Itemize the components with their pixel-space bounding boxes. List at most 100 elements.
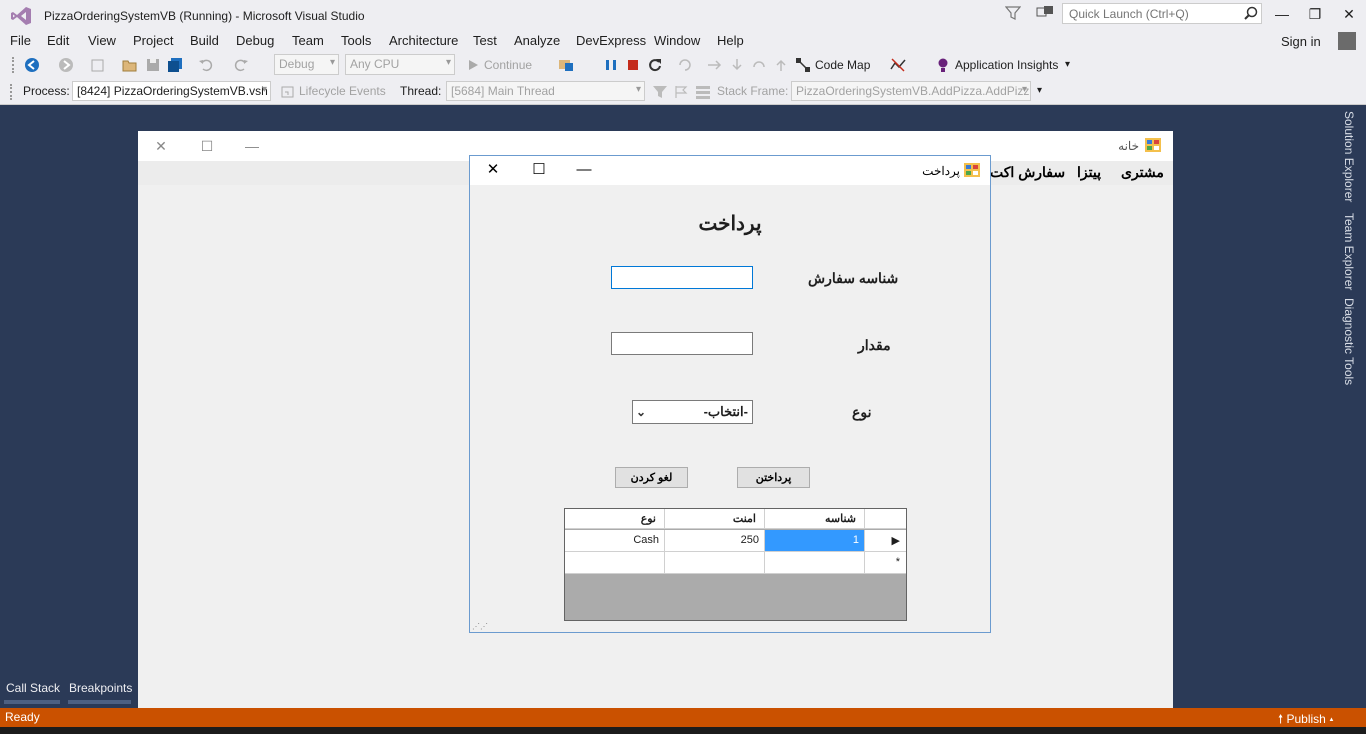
stack-frame-select[interactable]: PizzaOrderingSystemVB.AddPizza.AddPizz	[791, 81, 1031, 101]
column-header-type[interactable]: نوع	[565, 509, 665, 529]
menu-analyze[interactable]: Analyze	[514, 33, 560, 48]
step-into-icon[interactable]	[729, 57, 745, 73]
stack-frame-icon[interactable]	[695, 84, 711, 100]
thread-select[interactable]: [5684] Main Thread	[446, 81, 645, 101]
toolbar-grip[interactable]	[10, 84, 14, 100]
restore-icon[interactable]: ❐	[1301, 4, 1329, 24]
tab-solution-explorer[interactable]: Solution Explorer	[1342, 111, 1356, 202]
undo-icon[interactable]	[198, 57, 214, 73]
application-insights-button[interactable]: Application Insights	[955, 58, 1058, 72]
column-header-amount[interactable]: امنت	[665, 509, 765, 529]
main-maximize-icon[interactable]: ☐	[196, 136, 218, 156]
pay-button[interactable]: پرداختن	[737, 467, 810, 488]
filter-threads-icon[interactable]	[652, 84, 668, 100]
menu-architecture[interactable]: Architecture	[389, 33, 458, 48]
diagnostics-icon[interactable]	[890, 57, 906, 73]
menu-team[interactable]: Team	[292, 33, 324, 48]
close-icon[interactable]: ✕	[1335, 4, 1363, 24]
code-map-button[interactable]: Code Map	[815, 58, 870, 72]
menu-bar: File Edit View Project Build Debug Team …	[0, 30, 1366, 52]
navigate-forward-icon[interactable]	[58, 57, 74, 73]
code-map-icon[interactable]	[795, 57, 811, 73]
row-header-current[interactable]: ▶	[865, 530, 906, 552]
taskbar-strip	[0, 727, 1366, 734]
payment-type-select[interactable]: -انتخاب- ⌄	[632, 400, 753, 424]
cancel-button[interactable]: لغو کردن	[615, 467, 688, 488]
row-header-new[interactable]: *	[865, 552, 906, 574]
account-icon[interactable]	[1338, 32, 1356, 50]
grid-new-cell-amount[interactable]	[665, 552, 765, 574]
flag-threads-icon[interactable]	[673, 84, 689, 100]
step-out-icon[interactable]	[773, 57, 789, 73]
main-minimize-icon[interactable]: —	[241, 136, 263, 156]
menu-test[interactable]: Test	[473, 33, 497, 48]
continue-button[interactable]: Continue	[484, 58, 532, 72]
resize-grip-icon[interactable]: ⋰⋰	[472, 622, 488, 631]
grid-cell-type[interactable]: Cash	[565, 530, 665, 552]
thread-label: Thread:	[400, 84, 442, 98]
menu-help[interactable]: Help	[717, 33, 744, 48]
dropdown-arrow-icon[interactable]: ▾	[1037, 85, 1042, 96]
toolbar-grip[interactable]	[12, 57, 16, 73]
filter-icon[interactable]	[1005, 5, 1021, 21]
solution-configuration-select[interactable]: Debug	[274, 54, 339, 75]
continue-icon[interactable]	[465, 57, 481, 73]
payments-data-grid[interactable]: شناسه امنت نوع ▶ 1 250 Cash *	[564, 508, 907, 621]
main-window-title: خانه	[1118, 139, 1139, 153]
payment-close-icon[interactable]: ✕	[481, 160, 505, 180]
lifecycle-events-button[interactable]: Lifecycle Events	[299, 84, 386, 98]
main-close-icon[interactable]: ✕	[150, 136, 172, 156]
sign-in-link[interactable]: Sign in	[1281, 34, 1321, 49]
menu-view[interactable]: View	[88, 33, 116, 48]
menu-edit[interactable]: Edit	[47, 33, 69, 48]
application-insights-icon[interactable]	[935, 57, 951, 73]
menu-pizza[interactable]: پیتزا	[1077, 164, 1101, 181]
menu-tools[interactable]: Tools	[341, 33, 371, 48]
menu-file[interactable]: File	[10, 33, 31, 48]
payment-maximize-icon[interactable]: ☐	[527, 160, 551, 180]
break-all-icon[interactable]	[603, 57, 619, 73]
payment-minimize-icon[interactable]: —	[572, 160, 596, 180]
stop-debugging-icon[interactable]	[625, 57, 641, 73]
arrow-up-icon: 🠕	[1278, 712, 1284, 726]
menu-customer[interactable]: مشتری	[1121, 164, 1164, 181]
menu-debug[interactable]: Debug	[236, 33, 274, 48]
tab-team-explorer[interactable]: Team Explorer	[1342, 213, 1356, 290]
grid-cell-amount[interactable]: 250	[665, 530, 765, 552]
step-over-arrow-icon[interactable]	[706, 57, 722, 73]
amount-input[interactable]	[611, 332, 753, 355]
tab-diagnostic-tools[interactable]: Diagnostic Tools	[1342, 298, 1356, 385]
feedback-icon[interactable]	[1036, 5, 1054, 21]
lifecycle-events-icon[interactable]	[280, 84, 296, 100]
solution-platform-select[interactable]: Any CPU	[345, 54, 455, 75]
order-id-input[interactable]	[611, 266, 753, 289]
navigate-back-icon[interactable]	[24, 57, 40, 73]
menu-devexpress[interactable]: DevExpress	[576, 33, 646, 48]
menu-build[interactable]: Build	[190, 33, 219, 48]
redo-icon[interactable]	[233, 57, 249, 73]
minimize-icon[interactable]: —	[1268, 4, 1296, 24]
menu-window[interactable]: Window	[654, 33, 700, 48]
grid-new-cell-type[interactable]	[565, 552, 665, 574]
tab-call-stack[interactable]: Call Stack	[6, 681, 60, 695]
new-project-icon[interactable]	[90, 57, 106, 73]
show-next-statement-icon[interactable]	[677, 57, 693, 73]
type-label: نوع	[852, 404, 872, 420]
column-header-id[interactable]: شناسه	[765, 509, 865, 529]
step-over-icon[interactable]	[751, 57, 767, 73]
grid-new-cell-id[interactable]	[765, 552, 865, 574]
open-file-icon[interactable]	[122, 57, 138, 73]
dropdown-arrow-icon[interactable]: ▾	[1065, 59, 1070, 70]
menu-order[interactable]: سفارش اکت	[990, 164, 1065, 181]
grid-cell-id[interactable]: 1	[765, 530, 865, 552]
quick-launch-input[interactable]	[1062, 3, 1262, 24]
debug-target-icon[interactable]	[558, 57, 574, 73]
menu-project[interactable]: Project	[133, 33, 173, 48]
tab-breakpoints[interactable]: Breakpoints	[69, 681, 132, 695]
process-select[interactable]: [8424] PizzaOrderingSystemVB.vsh	[72, 81, 271, 101]
save-icon[interactable]	[145, 57, 161, 73]
restart-icon[interactable]	[647, 57, 663, 73]
save-all-icon[interactable]	[167, 57, 183, 73]
search-icon[interactable]	[1244, 6, 1258, 20]
app-form-icon	[964, 163, 980, 177]
